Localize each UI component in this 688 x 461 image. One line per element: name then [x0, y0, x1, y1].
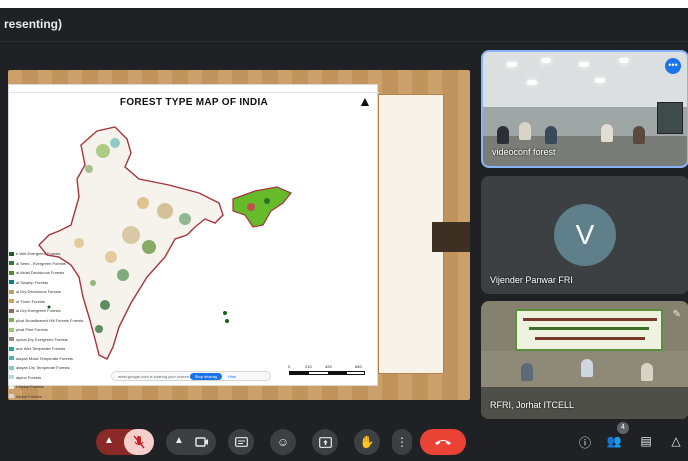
legend-item: alayan Moist Temperate Forests: [9, 354, 99, 364]
mic-button[interactable]: [124, 429, 154, 455]
more-vert-icon: ⋮: [396, 435, 408, 449]
activities-icon[interactable]: △: [667, 434, 685, 452]
legend-item: alpine Forests: [9, 373, 99, 383]
participant-tile-videoconf[interactable]: ••• videoconf forest: [481, 50, 688, 168]
reactions-button[interactable]: ☺: [270, 429, 296, 455]
legend-item: pical Broadleaved Hill Forests Forests: [9, 316, 99, 326]
participant-tile-vijender[interactable]: V Vijender Panwar FRI: [481, 176, 688, 294]
map-legend: e Wet Evergreen Forests al Semi - Evergr…: [9, 249, 99, 401]
room-screen: [657, 102, 683, 134]
legend-item: al Dry Evergreen Forests: [9, 306, 99, 316]
people-icon[interactable]: 👥: [605, 434, 623, 452]
stop-sharing-button[interactable]: Stop sharing: [190, 373, 222, 380]
chat-icon[interactable]: ▤: [637, 434, 655, 452]
mic-group: ▲: [96, 429, 154, 455]
legend-item: alayan Dry Temperate Forests: [9, 363, 99, 373]
legend-item: e Wet Evergreen Forests: [9, 249, 99, 259]
slide-tab: [432, 222, 470, 252]
mic-options-chevron-icon[interactable]: ▲: [104, 435, 114, 446]
sharing-notice-text: meet.google.com is sharing your screen.: [118, 374, 191, 379]
camera-group: ▲: [166, 429, 216, 455]
north-arrow-icon: ▲: [358, 93, 372, 109]
wall-banner: [515, 309, 663, 351]
sharing-notice: meet.google.com is sharing your screen. …: [111, 371, 271, 381]
present-button[interactable]: [312, 429, 338, 455]
captions-icon: [234, 437, 248, 447]
raise-hand-button[interactable]: ✋: [354, 429, 380, 455]
northeast-outline: [232, 186, 292, 228]
more-options-icon[interactable]: •••: [665, 58, 681, 74]
captions-button[interactable]: [228, 429, 254, 455]
mic-off-icon: [133, 435, 145, 449]
presentation-title: resenting): [4, 17, 63, 31]
people-count-badge: 4: [617, 422, 629, 434]
map-ruler: [9, 85, 379, 93]
participant-name: Vijender Panwar FRI: [490, 275, 573, 285]
participant-name: videoconf forest: [492, 147, 556, 157]
legend-item: pical Pine Forests: [9, 325, 99, 335]
hide-link[interactable]: Hide: [228, 374, 236, 379]
legend-item: al Moist Deciduous Forests: [9, 268, 99, 278]
legend-item: al Thorn Forests: [9, 297, 99, 307]
scale-label: 420: [325, 364, 332, 369]
legend-item: al Swamp Forests: [9, 278, 99, 288]
room-ceiling: [483, 52, 687, 107]
legend-item: al Semi - Evergreen Forests: [9, 259, 99, 269]
info-icon[interactable]: ⓘ: [576, 434, 594, 452]
legend-item: ane Wet Temperate Forests: [9, 344, 99, 354]
scale-label: 840: [355, 364, 362, 369]
forest-map: FOREST TYPE MAP OF INDIA ▲ e Wet Evergre…: [8, 84, 379, 399]
legend-item: Alpine Forests: [9, 392, 99, 402]
hand-icon: ✋: [359, 435, 375, 449]
leave-call-button[interactable]: [420, 429, 466, 455]
top-strip: [0, 0, 688, 8]
participant-name: RFRI, Jorhat ITCELL: [490, 400, 575, 410]
legend-item: al Dry Deciduous Forests: [9, 287, 99, 297]
pin-icon[interactable]: ✎: [673, 309, 681, 320]
more-options-button[interactable]: ⋮: [392, 429, 412, 455]
scale-label: 210: [305, 364, 312, 369]
participant-tile-rfri[interactable]: ✎ RFRI, Jorhat ITCELL: [481, 301, 688, 419]
scale-label: 0: [288, 364, 291, 369]
presentation-stage: FOREST TYPE MAP OF INDIA ▲ e Wet Evergre…: [0, 48, 478, 413]
scale-bar: [289, 371, 365, 375]
legend-item: t Alpine Forests: [9, 382, 99, 392]
title-bar: resenting): [0, 8, 688, 42]
emoji-icon: ☺: [276, 435, 290, 449]
camera-icon: [195, 437, 208, 447]
meeting-toolbar: ▲ ▲ ☺ ✋ ⋮ ⓘ 👥 ▤ △: [0, 420, 688, 461]
avatar: V: [554, 204, 616, 266]
camera-options-chevron-icon[interactable]: ▲: [174, 435, 184, 446]
hangup-icon: [435, 440, 451, 445]
present-icon: [318, 436, 332, 448]
legend-item: opical Dry Evergreen Forests: [9, 335, 99, 345]
camera-button[interactable]: [192, 432, 212, 452]
